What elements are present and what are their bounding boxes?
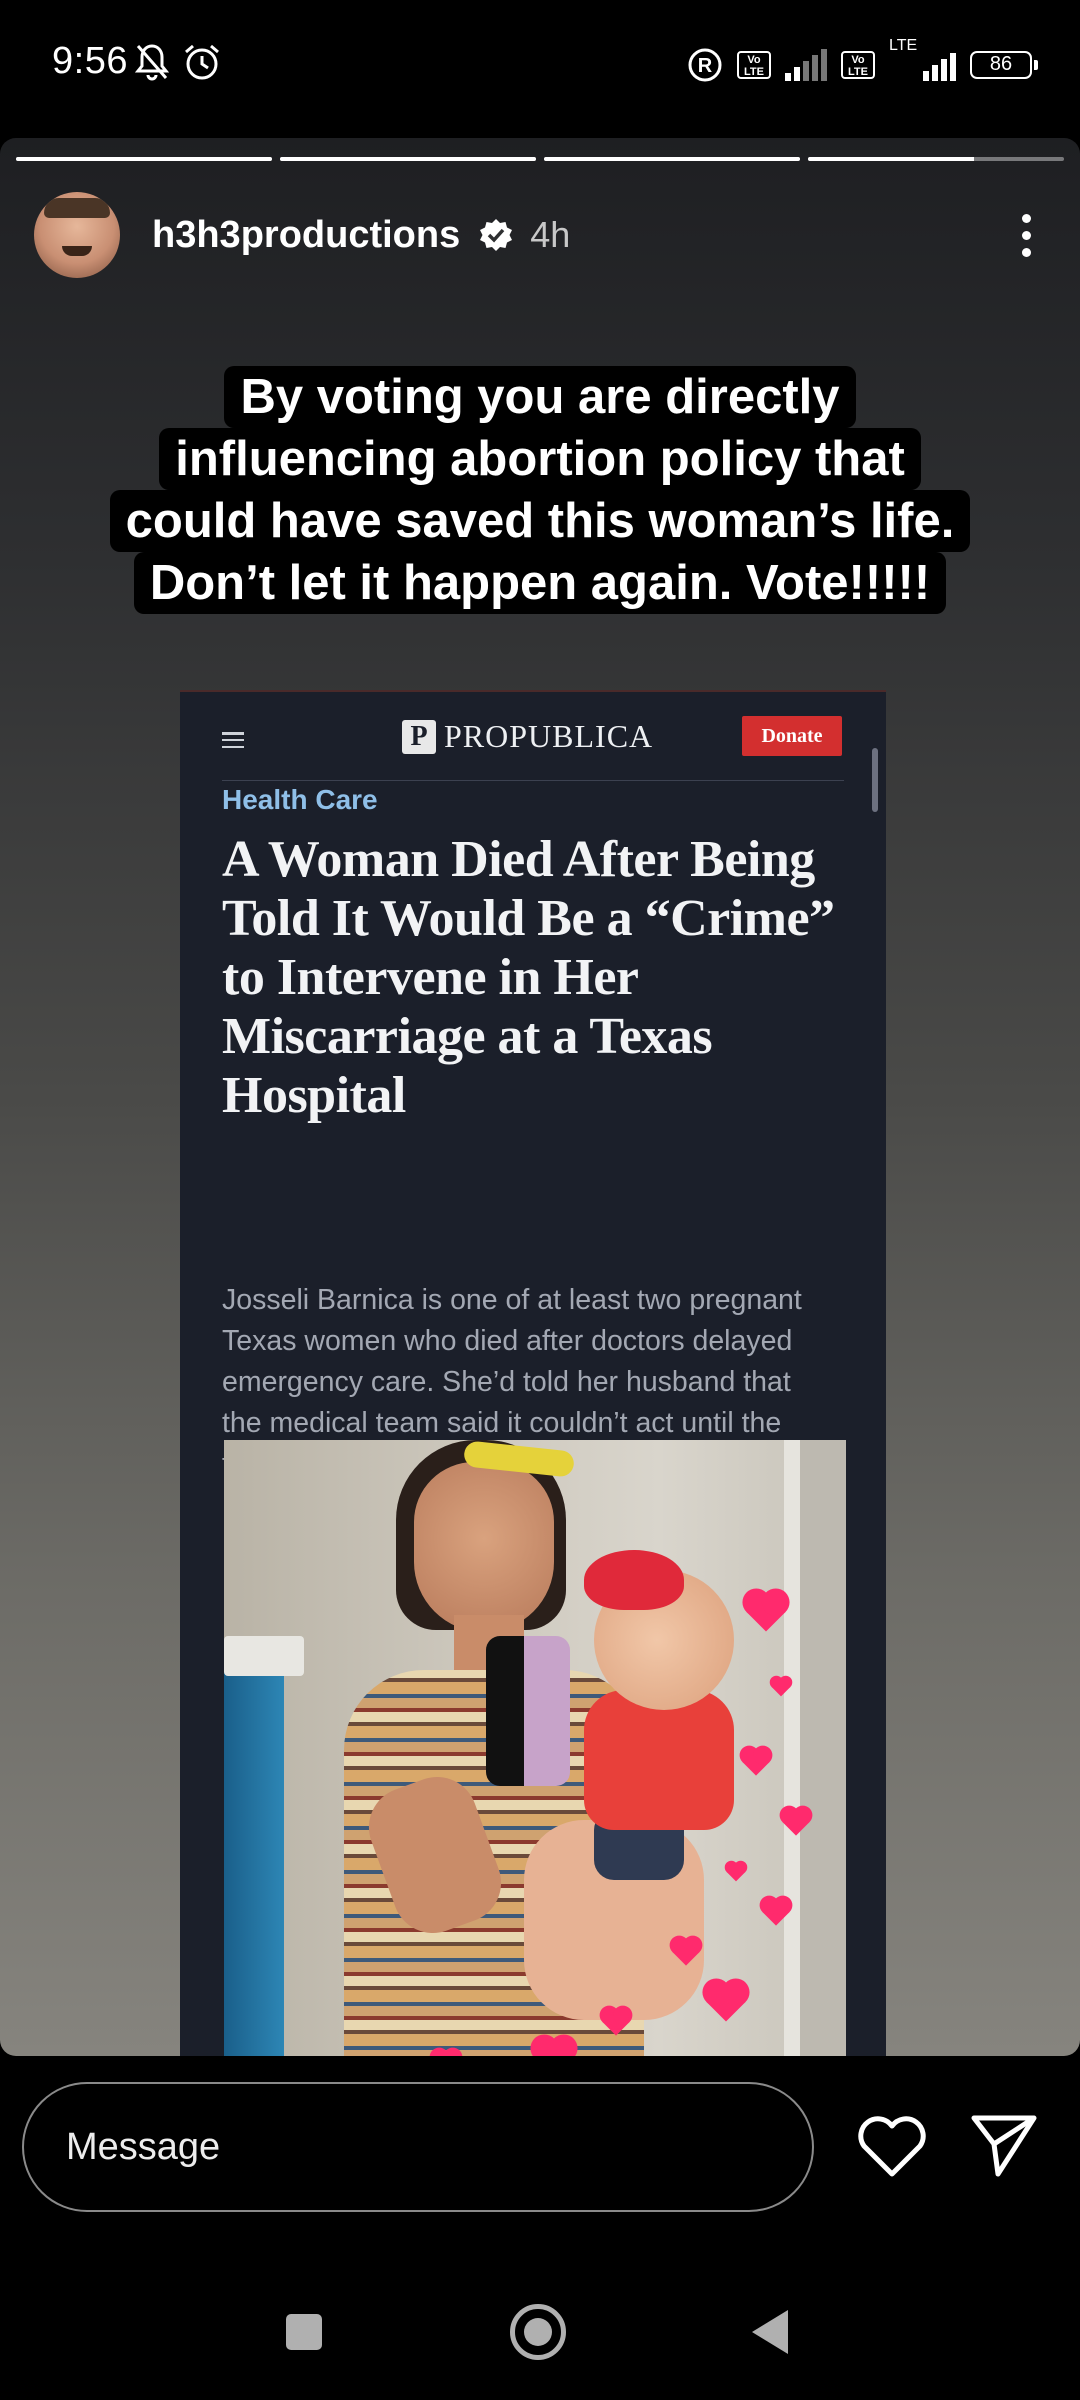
progress-segment	[808, 157, 1064, 161]
heart-icon[interactable]	[856, 2114, 928, 2178]
progress-fill	[16, 157, 272, 161]
article-section: Health Care	[222, 784, 378, 815]
message-placeholder: Message	[66, 2126, 221, 2168]
verified-badge-icon	[480, 219, 513, 251]
article-topbar: P PROPUBLICA Donate	[180, 692, 886, 782]
progress-fill	[544, 157, 800, 161]
heart-sticker-icon	[726, 1862, 746, 1882]
heart-sticker-icon	[534, 2038, 574, 2056]
propublica-logo-icon: P	[402, 719, 436, 754]
scrollbar	[872, 748, 878, 812]
bell-off-icon	[134, 44, 170, 81]
volte-badge-2: Vo LTE	[841, 51, 875, 79]
username[interactable]: h3h3productions	[152, 214, 460, 257]
divider	[222, 780, 844, 781]
alarm-icon	[185, 44, 219, 80]
send-icon[interactable]	[968, 2110, 1040, 2180]
status-right: R Vo LTE Vo LTE LTE 86	[687, 37, 1038, 90]
more-vertical-icon	[1021, 213, 1031, 223]
svg-text:R: R	[698, 55, 713, 77]
progress-segment	[16, 157, 272, 161]
system-nav-bar	[0, 2290, 1080, 2380]
menu-icon	[222, 732, 244, 748]
article-screenshot: P PROPUBLICA Donate Health Care A Woman …	[180, 690, 886, 2056]
heart-sticker-icon	[742, 1748, 770, 1776]
article-headline: A Woman Died After Being Told It Would B…	[222, 831, 835, 1124]
caption-line: By voting you are directly	[224, 366, 856, 428]
recents-button[interactable]	[286, 2314, 322, 2350]
heart-sticker-icon	[432, 2050, 460, 2056]
lte-label: LTE	[889, 37, 918, 54]
lte-signal: LTE	[889, 37, 956, 81]
caption-line: Don’t let it happen again. Vote!!!!!	[133, 552, 947, 614]
heart-sticker-icon	[746, 1592, 786, 1632]
story-header: h3h3productions 4h	[34, 190, 1046, 280]
donate-button: Donate	[742, 716, 842, 756]
caption-line: could have saved this woman’s life.	[109, 490, 971, 552]
more-options-button[interactable]	[1006, 205, 1046, 265]
battery-indicator: 86	[970, 51, 1038, 79]
signal-strength-icon	[785, 49, 827, 81]
article-photo	[224, 1440, 846, 2056]
home-button[interactable]	[510, 2304, 566, 2360]
message-input[interactable]: Message	[22, 2082, 814, 2212]
publication-name: PROPUBLICA	[444, 718, 654, 754]
story-viewer[interactable]: h3h3productions 4h By voting you are dir…	[0, 138, 1080, 2056]
heart-sticker-icon	[706, 1982, 746, 2022]
registered-icon: R	[688, 48, 722, 82]
story-progress	[16, 157, 1064, 161]
story-caption: By voting you are directly influencing a…	[0, 366, 1080, 614]
status-bar: 9:56 R Vo LTE Vo LTE LTE 86	[0, 0, 1080, 130]
progress-fill	[808, 157, 975, 161]
status-time: 9:56	[52, 40, 128, 82]
post-time: 4h	[530, 214, 571, 255]
avatar[interactable]	[34, 192, 120, 278]
progress-fill	[280, 157, 536, 161]
progress-segment	[280, 157, 536, 161]
progress-segment	[544, 157, 800, 161]
caption-line: influencing abortion policy that	[159, 428, 921, 490]
back-button[interactable]	[752, 2310, 788, 2354]
volte-badge: Vo LTE	[737, 51, 771, 79]
publication-logo: P PROPUBLICA	[402, 718, 653, 755]
